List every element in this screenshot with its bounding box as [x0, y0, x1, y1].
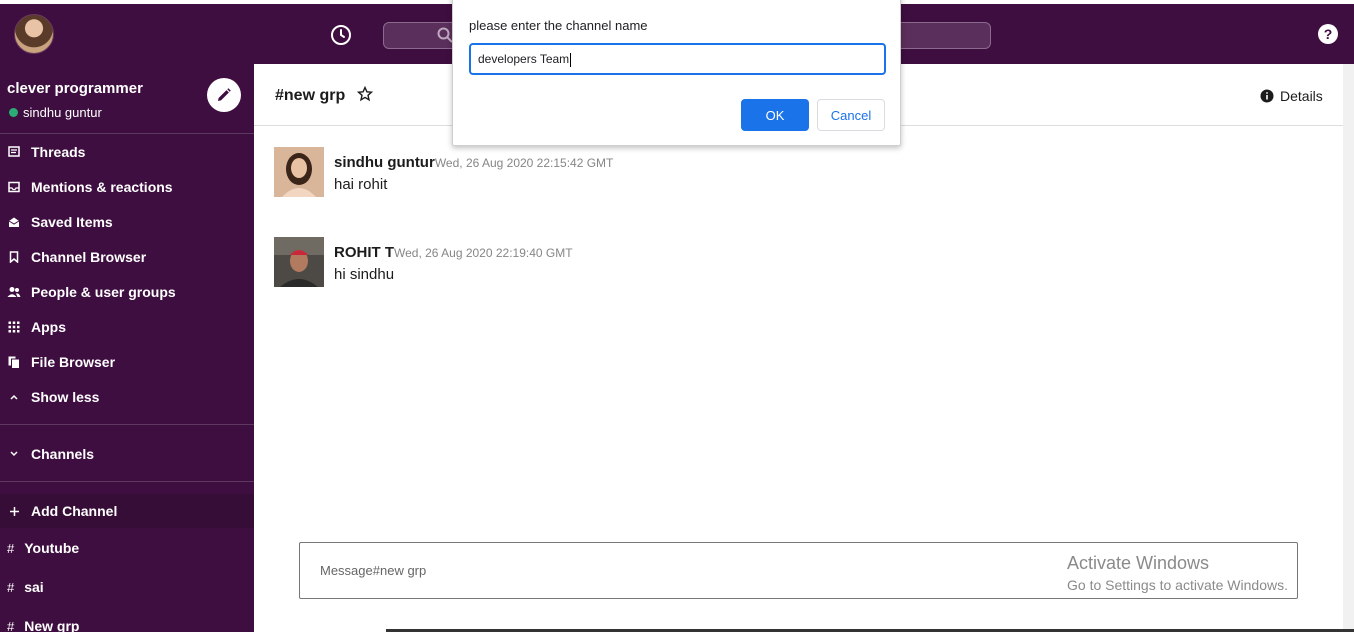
svg-text:?: ?: [1324, 26, 1333, 42]
threads-icon: [7, 145, 21, 159]
sidebar-item-label: File Browser: [31, 354, 116, 370]
channel-name: sai: [24, 579, 44, 595]
prompt-dialog: please enter the channel name developers…: [452, 0, 901, 146]
message-author: sindhu gunturWed, 26 Aug 2020 22:15:42 G…: [334, 154, 613, 171]
hash-icon: #: [7, 540, 15, 556]
channel-item-new-grp[interactable]: # New grp: [0, 611, 254, 632]
channel-name-input[interactable]: developers Team: [469, 43, 886, 75]
activate-windows-watermark: Activate Windows Go to Settings to activ…: [1067, 553, 1288, 593]
sidebar-item-label: Threads: [31, 144, 86, 160]
sidebar-divider: [0, 481, 254, 482]
add-channel-button[interactable]: Add Channel: [0, 494, 254, 528]
sidebar-item-show-less[interactable]: Show less: [0, 381, 254, 413]
message-text: hai rohit: [334, 176, 388, 193]
sidebar-item-label: Mentions & reactions: [31, 179, 173, 195]
sidebar-item-label: Show less: [31, 389, 100, 405]
online-status-icon: [9, 108, 18, 117]
sidebar-item-file-browser[interactable]: File Browser: [0, 346, 254, 378]
current-user: sindhu guntur: [9, 105, 102, 120]
hash-icon: #: [7, 618, 15, 632]
message-author: ROHIT TWed, 26 Aug 2020 22:19:40 GMT: [334, 244, 573, 261]
message-timestamp: Wed, 26 Aug 2020 22:19:40 GMT: [394, 246, 573, 260]
sidebar-item-label: Channel Browser: [31, 249, 147, 265]
sidebar-item-saved[interactable]: Saved Items: [0, 206, 254, 238]
current-user-name: sindhu guntur: [23, 105, 102, 120]
message-text: hi sindhu: [334, 266, 395, 283]
pencil-icon: [218, 88, 231, 101]
sidebar-item-label: Apps: [31, 319, 66, 335]
dialog-message: please enter the channel name: [469, 18, 648, 33]
sidebar-divider: [0, 133, 254, 134]
channel-name: New grp: [24, 618, 80, 632]
message-input-placeholder: Message#new grp: [320, 563, 427, 578]
star-icon[interactable]: [357, 86, 373, 102]
hash-icon: #: [7, 579, 15, 595]
plus-icon: [7, 504, 21, 518]
sidebar-item-channel-browser[interactable]: Channel Browser: [0, 241, 254, 273]
message-avatar[interactable]: [274, 147, 324, 197]
chevron-up-icon: [7, 390, 21, 404]
file-icon: [7, 355, 21, 369]
chat-area: #new grp Details sindhu gunturWed, 26 Au…: [254, 64, 1343, 632]
sidebar-divider: [0, 424, 254, 425]
mentions-icon: [7, 180, 21, 194]
channel-item-sai[interactable]: # sai: [0, 572, 254, 602]
channel-name: Youtube: [24, 540, 80, 556]
message-author-name: ROHIT T: [334, 244, 394, 261]
channels-section-toggle[interactable]: Channels: [0, 438, 254, 470]
workspace-name[interactable]: clever programmer: [7, 80, 143, 97]
saved-icon: [7, 215, 21, 229]
sidebar-item-mentions[interactable]: Mentions & reactions: [0, 171, 254, 203]
apps-icon: [7, 320, 21, 334]
people-icon: [7, 285, 21, 299]
cancel-button[interactable]: Cancel: [817, 99, 885, 131]
message-item: ROHIT TWed, 26 Aug 2020 22:19:40 GMT hi …: [274, 237, 1274, 289]
channel-item-youtube[interactable]: # Youtube: [0, 533, 254, 563]
history-clock-icon[interactable]: [329, 23, 353, 47]
message-timestamp: Wed, 26 Aug 2020 22:15:42 GMT: [434, 156, 614, 170]
chevron-down-icon: [7, 447, 21, 461]
message-avatar[interactable]: [274, 237, 324, 287]
details-label: Details: [1280, 88, 1323, 104]
sidebar-item-label: Saved Items: [31, 214, 113, 230]
sidebar: clever programmer sindhu guntur Threads …: [0, 64, 254, 632]
message-author-name: sindhu guntur: [334, 154, 435, 171]
add-channel-label: Add Channel: [31, 503, 118, 519]
sidebar-item-threads[interactable]: Threads: [0, 136, 254, 168]
scrollbar[interactable]: [1343, 64, 1354, 632]
bookmark-icon: [7, 250, 21, 264]
channel-name-value: developers Team: [478, 52, 570, 66]
sidebar-item-people[interactable]: People & user groups: [0, 276, 254, 308]
details-button[interactable]: Details: [1260, 88, 1323, 104]
watermark-subtitle: Go to Settings to activate Windows.: [1067, 577, 1288, 593]
help-icon[interactable]: ?: [1317, 23, 1339, 45]
compose-button[interactable]: [207, 78, 241, 112]
sidebar-item-label: People & user groups: [31, 284, 176, 300]
message-item: sindhu gunturWed, 26 Aug 2020 22:15:42 G…: [274, 147, 1274, 199]
channels-label: Channels: [31, 446, 95, 462]
watermark-title: Activate Windows: [1067, 553, 1210, 573]
ok-button[interactable]: OK: [741, 99, 809, 131]
channel-title: #new grp: [275, 87, 346, 104]
text-caret: [570, 52, 572, 67]
sidebar-item-apps[interactable]: Apps: [0, 311, 254, 343]
info-icon: [1260, 89, 1274, 103]
user-avatar[interactable]: [14, 14, 54, 54]
